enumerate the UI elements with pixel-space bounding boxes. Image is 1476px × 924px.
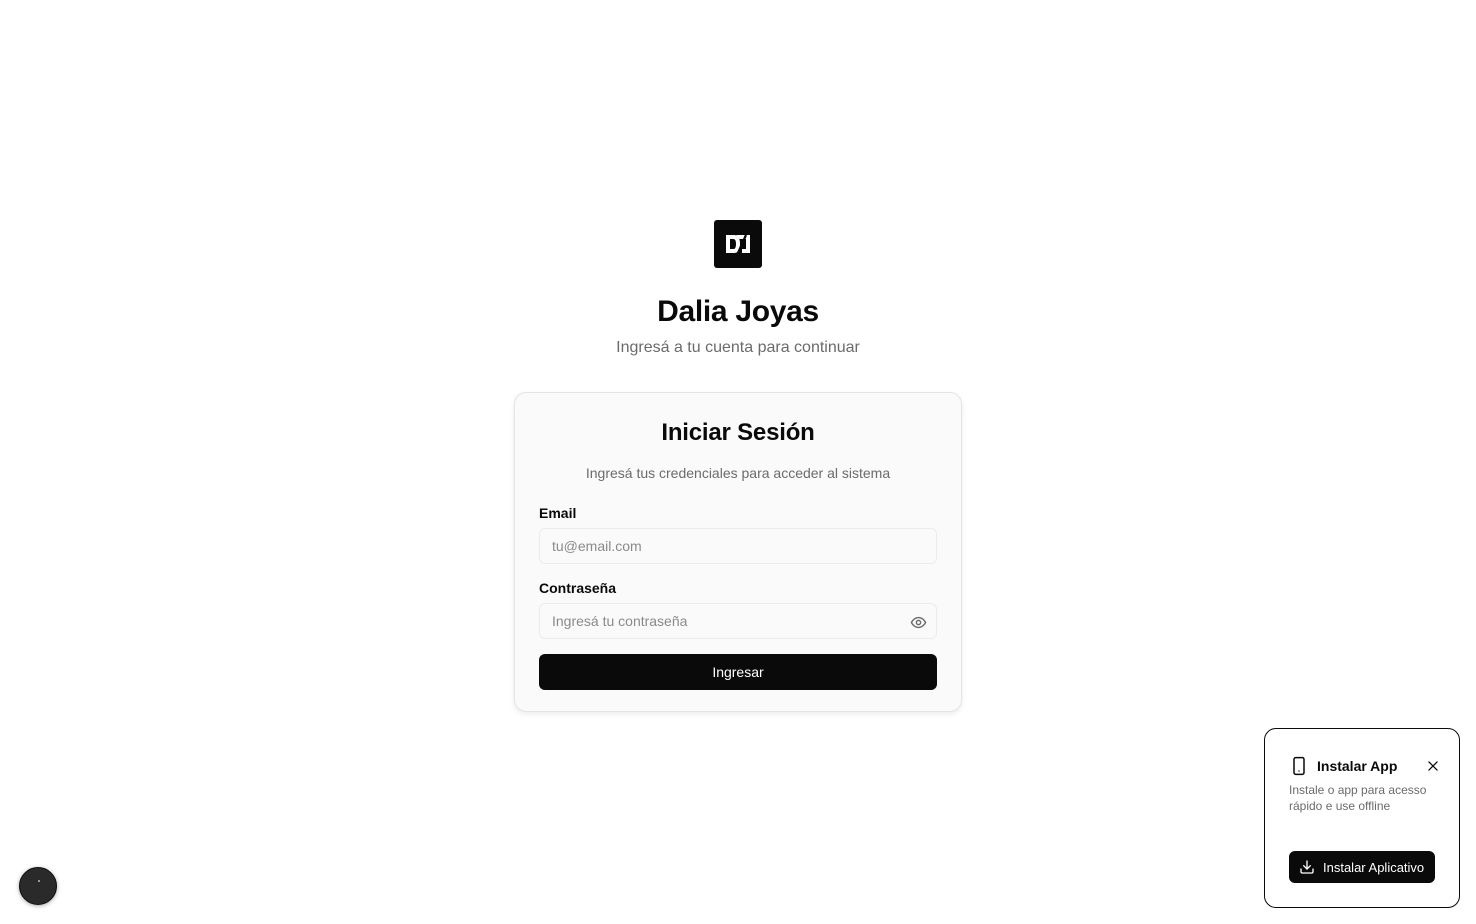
install-app-popup: Instalar App Instale o app para acesso r… <box>1264 728 1460 908</box>
close-icon[interactable] <box>1423 756 1443 776</box>
logo <box>714 220 762 268</box>
install-app-button[interactable]: Instalar Aplicativo <box>1289 851 1435 883</box>
download-icon <box>1299 859 1315 875</box>
password-input[interactable] <box>540 604 936 638</box>
dalia-joyas-logo-icon <box>726 234 750 254</box>
install-app-button-label: Instalar Aplicativo <box>1323 859 1425 875</box>
email-label: Email <box>539 505 577 521</box>
email-field-wrapper <box>539 528 937 564</box>
login-card: Iniciar Sesión Ingresá tus credenciales … <box>514 392 962 712</box>
install-title: Instalar App <box>1317 758 1398 774</box>
install-header: Instalar App <box>1289 756 1438 776</box>
brand-header: Dalia Joyas Ingresá a tu cuenta para con… <box>0 220 1476 358</box>
app-subtitle: Ingresá a tu cuenta para continuar <box>616 339 860 356</box>
login-description: Ingresá tus credenciales para acceder al… <box>585 465 891 481</box>
floating-action-button[interactable] <box>19 867 57 905</box>
login-page: Dalia Joyas Ingresá a tu cuenta para con… <box>0 0 1476 924</box>
password-field-wrapper <box>539 603 937 639</box>
password-label: Contraseña <box>539 580 617 596</box>
login-submit-button[interactable]: Ingresar <box>539 654 937 690</box>
install-description: Instale o app para acesso rápido e use o… <box>1289 783 1427 813</box>
app-title: Dalia Joyas <box>657 295 819 328</box>
smartphone-icon <box>1289 756 1309 776</box>
eye-icon[interactable] <box>908 612 928 632</box>
login-title: Iniciar Sesión <box>661 419 815 446</box>
email-input[interactable] <box>540 529 936 563</box>
